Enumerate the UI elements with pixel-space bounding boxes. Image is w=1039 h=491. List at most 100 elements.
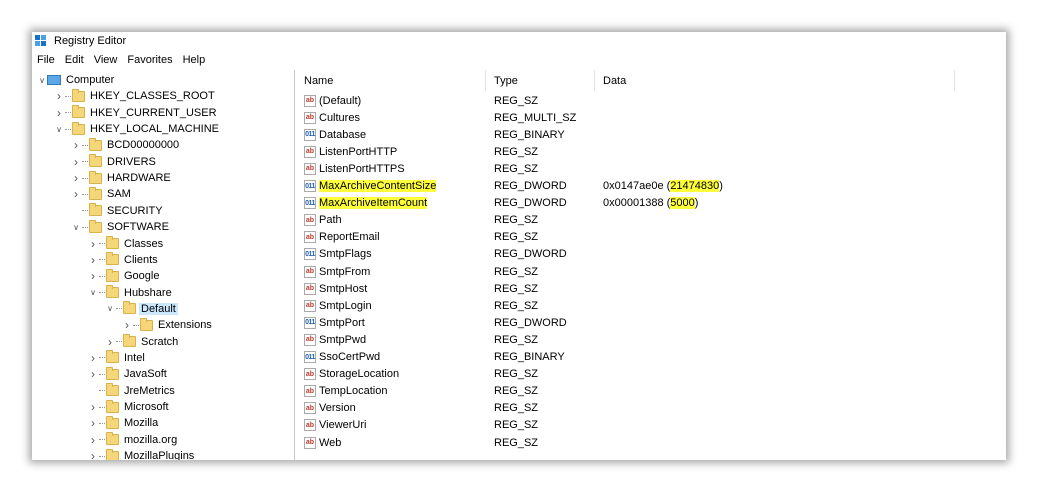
tree-node[interactable]: › HKEY_CLASSES_ROOT [54, 88, 217, 104]
chevron-right-icon[interactable]: › [88, 269, 98, 283]
tree-node[interactable]: › Scratch [105, 334, 180, 350]
menu-file[interactable]: File [32, 54, 60, 66]
chevron-right-icon[interactable]: › [88, 416, 98, 430]
chevron-right-icon[interactable]: › [88, 367, 98, 381]
chevron-down-icon[interactable]: ∨ [71, 222, 81, 232]
value-type: REG_SZ [494, 419, 539, 432]
value-name-cell: ab SmtpHost [304, 280, 367, 297]
tree-node[interactable]: › Intel [88, 350, 147, 366]
value-row[interactable]: ab TempLocation REG_SZ [296, 383, 996, 400]
chevron-right-icon[interactable]: › [71, 155, 81, 169]
column-header-name[interactable]: Name [296, 70, 486, 91]
value-row[interactable]: ab SmtpFrom REG_SZ [296, 263, 996, 280]
value-type: REG_DWORD [494, 316, 567, 329]
chevron-right-icon[interactable]: › [71, 171, 81, 185]
tree-node[interactable]: ∨ Computer [37, 72, 116, 88]
tree-node[interactable]: › Mozilla [88, 415, 160, 431]
tree-node[interactable]: › BCD00000000 [71, 137, 181, 153]
chevron-right-icon[interactable]: › [54, 106, 64, 120]
value-row[interactable]: 011 MaxArchiveItemCount REG_DWORD 0x0000138… [296, 195, 996, 212]
tree-node[interactable]: › DRIVERS [71, 154, 158, 170]
value-row[interactable]: ab Cultures REG_MULTI_SZ [296, 109, 996, 126]
tree-node[interactable]: ∨ HKEY_LOCAL_MACHINE [54, 121, 221, 137]
value-row[interactable]: ab Version REG_SZ [296, 400, 996, 417]
tree-node[interactable]: SECURITY [71, 203, 165, 219]
value-name: SmtpHost [319, 282, 368, 295]
value-row[interactable]: 011 MaxArchiveContentSize REG_DWORD 0x0147a… [296, 178, 996, 195]
chevron-down-icon[interactable]: ∨ [88, 288, 98, 298]
folder-icon [106, 285, 119, 299]
values-pane[interactable]: Name Type Data ab (Default) REG_SZ ab Cultur… [296, 70, 1006, 460]
value-row[interactable]: ab ReportEmail REG_SZ [296, 229, 996, 246]
chevron-right-icon[interactable]: › [88, 351, 98, 365]
tree-node[interactable]: JreMetrics [88, 383, 177, 399]
tree-node[interactable]: ∨ SOFTWARE [71, 219, 171, 235]
tree-node[interactable]: › HKEY_CURRENT_USER [54, 105, 219, 121]
tree-node[interactable]: › Classes [88, 236, 165, 252]
value-name-cell: 011 SmtpPort [304, 314, 365, 331]
tree-node[interactable]: › JavaSoft [88, 366, 169, 382]
menu-favorites[interactable]: Favorites [122, 54, 177, 66]
tree-node[interactable]: › mozilla.org [88, 432, 179, 448]
value-row[interactable]: 011 SmtpPort REG_DWORD [296, 314, 996, 331]
chevron-down-icon[interactable]: ∨ [54, 124, 64, 134]
tree-connector-line [82, 144, 88, 146]
chevron-right-icon[interactable]: › [88, 237, 98, 251]
chevron-right-icon[interactable]: › [88, 253, 98, 267]
menu-view[interactable]: View [89, 54, 123, 66]
value-row[interactable]: ab Path REG_SZ [296, 212, 996, 229]
value-name: (Default) [319, 94, 362, 107]
tree-node[interactable]: › Extensions [122, 317, 214, 333]
chevron-down-icon[interactable]: ∨ [105, 304, 115, 314]
chevron-right-icon[interactable]: › [88, 400, 98, 414]
tree-node-label: BCD00000000 [107, 139, 180, 152]
tree-node[interactable]: › MozillaPlugins [88, 448, 196, 460]
value-row[interactable]: ab Web REG_SZ [296, 434, 996, 451]
chevron-right-icon[interactable]: › [105, 335, 115, 349]
value-row[interactable]: ab SmtpHost REG_SZ [296, 280, 996, 297]
value-row[interactable]: ab ListenPortHTTPS REG_SZ [296, 160, 996, 177]
tree-connector-line [99, 243, 105, 244]
tree-node[interactable]: › Google [88, 268, 161, 284]
chevron-right-icon[interactable]: › [54, 89, 64, 103]
chevron-right-icon[interactable]: › [122, 318, 132, 332]
chevron-right-icon[interactable]: › [71, 187, 81, 201]
tree-connector-line [99, 373, 105, 375]
tree-node[interactable]: › Microsoft [88, 399, 171, 415]
tree-node-label: Classes [124, 237, 164, 250]
value-row[interactable]: 011 SmtpFlags REG_DWORD [296, 246, 996, 263]
tree-node-label: SAM [107, 188, 131, 201]
value-name: ReportEmail [319, 231, 380, 244]
menu-help[interactable]: Help [178, 54, 211, 66]
value-row[interactable]: ab ViewerUri REG_SZ [296, 417, 996, 434]
value-row[interactable]: ab ListenPortHTTP REG_SZ [296, 143, 996, 160]
tree-node[interactable]: ∨ Default [105, 301, 178, 317]
binary-value-icon: 011 [304, 180, 316, 192]
value-row[interactable]: ab (Default) REG_SZ [296, 92, 996, 109]
column-header-type[interactable]: Type [486, 70, 595, 91]
chevron-down-icon[interactable]: ∨ [37, 75, 47, 85]
value-row[interactable]: ab SmtpLogin REG_SZ [296, 297, 996, 314]
tree-connector-line [99, 357, 105, 359]
string-value-icon: ab [304, 145, 316, 158]
value-name-cell: ab ListenPortHTTPS [304, 160, 405, 177]
tree-node[interactable]: › HARDWARE [71, 170, 173, 186]
value-row[interactable]: 011 Database REG_BINARY [296, 126, 996, 143]
registry-tree-pane[interactable]: ∨ Computer › HKEY_CLASSES_ROOT › HKEY_CURRENT… [32, 70, 295, 460]
column-header-data[interactable]: Data [595, 70, 955, 91]
binary-value-icon: 011 [304, 351, 316, 363]
tree-connector-line [99, 292, 105, 294]
chevron-right-icon[interactable]: › [88, 449, 98, 460]
value-row[interactable]: ab StorageLocation REG_SZ [296, 366, 996, 383]
tree-node[interactable]: ∨ Hubshare [88, 285, 174, 301]
chevron-right-icon[interactable]: › [71, 138, 81, 152]
value-data-hex: 0x00001388 [603, 197, 664, 210]
value-row[interactable]: ab SmtpPwd REG_SZ [296, 331, 996, 348]
value-row[interactable]: 011 SsoCertPwd REG_BINARY [296, 349, 996, 366]
menu-edit[interactable]: Edit [60, 54, 89, 66]
folder-icon [123, 301, 136, 315]
chevron-right-icon[interactable]: › [88, 433, 98, 447]
tree-node[interactable]: › SAM [71, 186, 133, 202]
tree-node[interactable]: › Clients [88, 252, 160, 268]
binary-value-icon: 011 [304, 316, 316, 329]
